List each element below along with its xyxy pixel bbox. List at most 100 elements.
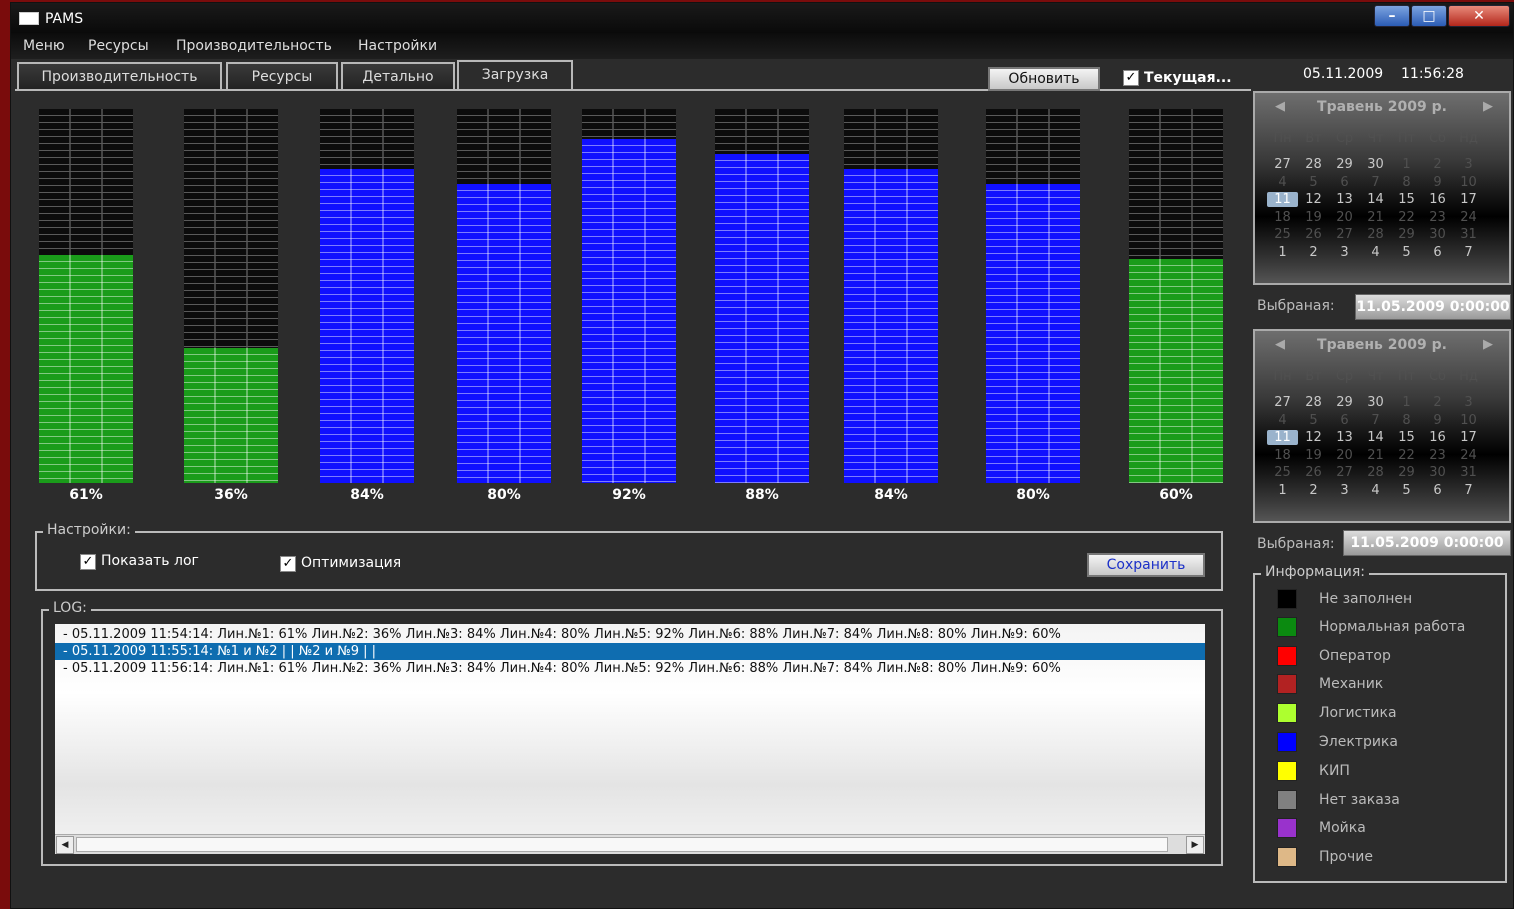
- minimize-button[interactable]: –: [1374, 5, 1410, 27]
- calendar-day[interactable]: 19: [1298, 210, 1329, 225]
- close-button[interactable]: ✕: [1448, 5, 1510, 27]
- calendar-day[interactable]: 5: [1298, 413, 1329, 428]
- calendar-day[interactable]: 8: [1391, 175, 1422, 190]
- calendar-day[interactable]: 19: [1298, 448, 1329, 463]
- calendar-day[interactable]: 9: [1422, 175, 1453, 190]
- tab-load[interactable]: Загрузка: [457, 60, 573, 91]
- calendar-day[interactable]: 21: [1360, 210, 1391, 225]
- calendar-day[interactable]: 3: [1329, 483, 1360, 498]
- calendar-day[interactable]: 30: [1422, 227, 1453, 242]
- log-list[interactable]: - 05.11.2009 11:54:14: Лин.№1: 61% Лин.№…: [55, 624, 1205, 854]
- calendar-day[interactable]: 29: [1391, 465, 1422, 480]
- calendar-day[interactable]: 29: [1329, 157, 1360, 172]
- calendar-day[interactable]: 4: [1267, 175, 1298, 190]
- calendar-day[interactable]: 29: [1329, 395, 1360, 410]
- calendar-day[interactable]: 1: [1267, 483, 1298, 498]
- calendar-day[interactable]: 7: [1360, 175, 1391, 190]
- calendar-day[interactable]: 6: [1422, 483, 1453, 498]
- calendar-day[interactable]: 17: [1453, 192, 1484, 207]
- calendar-day[interactable]: 1: [1267, 245, 1298, 260]
- calendar-day[interactable]: 10: [1453, 413, 1484, 428]
- calendar-day[interactable]: 18: [1267, 448, 1298, 463]
- calendar-day[interactable]: 17: [1453, 430, 1484, 445]
- scroll-thumb[interactable]: [76, 837, 1168, 852]
- tab-performance[interactable]: Производительность: [17, 62, 222, 90]
- calendar-day[interactable]: 8: [1391, 413, 1422, 428]
- save-button[interactable]: Сохранить: [1087, 553, 1205, 577]
- calendar-1[interactable]: ◀ Травень 2009 р. ▶ Пн Вт Ср Чт Пт Сб Нд 27 28 29…: [1253, 91, 1511, 285]
- log-entry[interactable]: - 05.11.2009 11:56:14: Лин.№1: 61% Лин.№…: [55, 660, 1205, 677]
- calendar-day[interactable]: 26: [1298, 465, 1329, 480]
- refresh-button[interactable]: Обновить: [988, 67, 1100, 91]
- calendar-day[interactable]: 6: [1422, 245, 1453, 260]
- calendar-day[interactable]: 25: [1267, 465, 1298, 480]
- calendar-day[interactable]: 28: [1298, 395, 1329, 410]
- calendar-day[interactable]: 4: [1360, 483, 1391, 498]
- calendar-day[interactable]: 22: [1391, 210, 1422, 225]
- calendar-day[interactable]: 6: [1329, 413, 1360, 428]
- calendar-day[interactable]: 28: [1360, 227, 1391, 242]
- horizontal-scrollbar[interactable]: ◀ ▶: [55, 834, 1205, 854]
- calendar-day[interactable]: 3: [1453, 157, 1484, 172]
- calendar-day[interactable]: 13: [1329, 192, 1360, 207]
- calendar-day[interactable]: 30: [1360, 395, 1391, 410]
- scroll-right-icon[interactable]: ▶: [1186, 836, 1204, 854]
- calendar-day[interactable]: 2: [1298, 483, 1329, 498]
- calendar-day[interactable]: 4: [1360, 245, 1391, 260]
- calendar-day[interactable]: 27: [1329, 465, 1360, 480]
- calendar-day[interactable]: 3: [1453, 395, 1484, 410]
- calendar-day[interactable]: 30: [1360, 157, 1391, 172]
- scroll-left-icon[interactable]: ◀: [56, 836, 74, 854]
- menu-settings[interactable]: Настройки: [358, 38, 437, 54]
- calendar-day[interactable]: 11: [1267, 192, 1298, 207]
- calendar-day[interactable]: 27: [1329, 227, 1360, 242]
- menu-performance[interactable]: Производительность: [176, 38, 332, 54]
- calendar-day[interactable]: 20: [1329, 448, 1360, 463]
- calendar-day[interactable]: 5: [1298, 175, 1329, 190]
- menu-resources[interactable]: Ресурсы: [88, 38, 149, 54]
- log-entry-selected[interactable]: - 05.11.2009 11:55:14: №1 и №2 | | №2 и …: [55, 643, 1205, 660]
- calendar-day[interactable]: 29: [1391, 227, 1422, 242]
- calendar-day[interactable]: 28: [1298, 157, 1329, 172]
- calendar-day[interactable]: 28: [1360, 465, 1391, 480]
- calendar-day[interactable]: 16: [1422, 192, 1453, 207]
- calendar-day[interactable]: 3: [1329, 245, 1360, 260]
- log-entry[interactable]: - 05.11.2009 11:54:14: Лин.№1: 61% Лин.№…: [55, 626, 1205, 643]
- calendar-day[interactable]: 6: [1329, 175, 1360, 190]
- calendar-day[interactable]: 31: [1453, 227, 1484, 242]
- optimization-checkbox[interactable]: ✓: [280, 556, 296, 572]
- calendar-day[interactable]: 21: [1360, 448, 1391, 463]
- calendar-day[interactable]: 27: [1267, 395, 1298, 410]
- tab-resources[interactable]: Ресурсы: [226, 62, 338, 90]
- calendar-day[interactable]: 7: [1453, 245, 1484, 260]
- calendar-day[interactable]: 2: [1422, 157, 1453, 172]
- next-month-icon[interactable]: ▶: [1483, 337, 1493, 352]
- calendar-day[interactable]: 15: [1391, 192, 1422, 207]
- calendar-day[interactable]: 1: [1391, 395, 1422, 410]
- calendar-day[interactable]: 7: [1453, 483, 1484, 498]
- calendar-day[interactable]: 30: [1422, 465, 1453, 480]
- calendar-day[interactable]: 18: [1267, 210, 1298, 225]
- calendar-day[interactable]: 26: [1298, 227, 1329, 242]
- menu-main[interactable]: Меню: [23, 38, 65, 54]
- calendar-day[interactable]: 22: [1391, 448, 1422, 463]
- calendar-day[interactable]: 11: [1267, 430, 1298, 445]
- calendar-2[interactable]: ◀ Травень 2009 р. ▶ Пн Вт Ср Чт Пт Сб Нд 27 28 29…: [1253, 329, 1511, 523]
- calendar-day[interactable]: 2: [1422, 395, 1453, 410]
- title-bar[interactable]: PAMS – □ ✕: [11, 3, 1513, 33]
- calendar-day[interactable]: 12: [1298, 192, 1329, 207]
- calendar-day[interactable]: 23: [1422, 210, 1453, 225]
- selected-date-1[interactable]: 11.05.2009 0:00:00: [1355, 294, 1511, 320]
- tab-details[interactable]: Детально: [341, 62, 455, 90]
- calendar-day[interactable]: 12: [1298, 430, 1329, 445]
- calendar-day[interactable]: 23: [1422, 448, 1453, 463]
- calendar-day[interactable]: 24: [1453, 210, 1484, 225]
- calendar-day[interactable]: 20: [1329, 210, 1360, 225]
- calendar-day[interactable]: 15: [1391, 430, 1422, 445]
- calendar-day[interactable]: 16: [1422, 430, 1453, 445]
- calendar-day[interactable]: 24: [1453, 448, 1484, 463]
- calendar-day[interactable]: 2: [1298, 245, 1329, 260]
- calendar-day[interactable]: 4: [1267, 413, 1298, 428]
- calendar-day[interactable]: 27: [1267, 157, 1298, 172]
- calendar-day[interactable]: 7: [1360, 413, 1391, 428]
